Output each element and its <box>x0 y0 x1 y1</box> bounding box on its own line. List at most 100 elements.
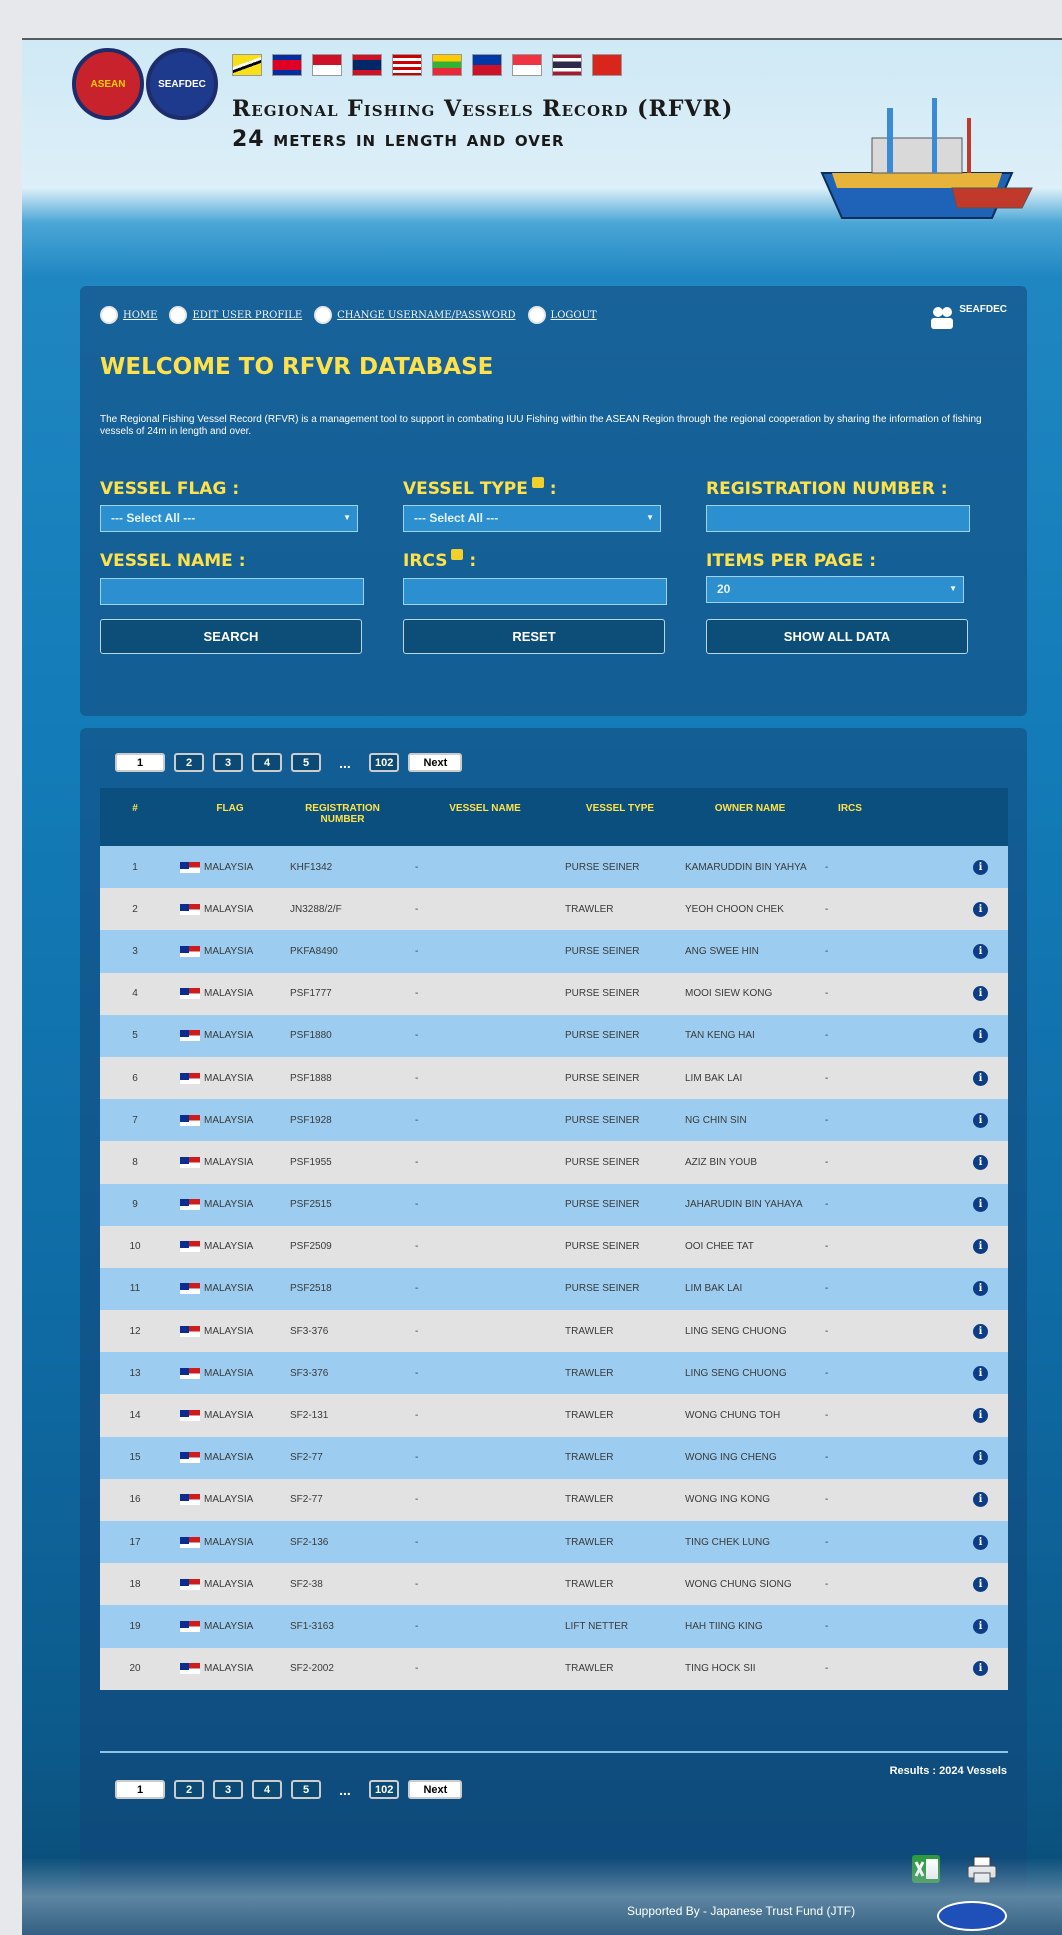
cell-vessel-type: PURSE SEINER <box>565 1114 640 1126</box>
cell-ircs: - <box>825 1578 829 1590</box>
cell-actions: i <box>875 1070 1008 1086</box>
page-5[interactable]: 5 <box>291 1780 321 1799</box>
info-icon[interactable]: i <box>973 1323 988 1339</box>
cell-flag-label: MALAYSIA <box>204 1199 254 1211</box>
cell-ircs: - <box>825 1663 829 1675</box>
cell-actions: i <box>875 1408 1008 1424</box>
info-icon[interactable]: i <box>973 986 988 1002</box>
cell-flag: MALAYSIA <box>170 1283 280 1295</box>
info-icon[interactable]: i <box>973 1197 988 1213</box>
info-icon[interactable]: i <box>973 1365 988 1381</box>
cell-actions: i <box>875 1450 1008 1466</box>
info-icon[interactable]: i <box>973 1154 988 1170</box>
power-icon <box>527 306 546 324</box>
cell-registration: SF2-77 <box>290 1452 323 1464</box>
reset-button[interactable]: RESET <box>403 619 665 654</box>
cell-registration: SF3-376 <box>290 1325 329 1337</box>
show-all-data-button[interactable]: SHOW ALL DATA <box>706 619 968 654</box>
nav-logout[interactable]: LOGOUT <box>527 306 597 324</box>
header-flag: FLAG <box>216 803 244 814</box>
info-icon[interactable]: i <box>973 1492 988 1508</box>
cell-number: 16 <box>129 1494 141 1506</box>
cell-ircs: - <box>825 988 829 1000</box>
vessel-name-input[interactable] <box>100 578 364 605</box>
cell-actions: i <box>875 859 1008 875</box>
page-4[interactable]: 4 <box>252 753 282 772</box>
page-2[interactable]: 2 <box>174 753 204 772</box>
page-last[interactable]: 102 <box>369 1780 400 1799</box>
site-subtitle: 24 meters in length and over <box>232 127 565 152</box>
cell-owner-name: WONG ING CHENG <box>685 1452 777 1464</box>
info-icon[interactable]: i <box>973 1281 988 1297</box>
cell-registration: PSF1888 <box>290 1072 332 1084</box>
search-button[interactable]: SEARCH <box>100 619 362 654</box>
info-icon[interactable]: i <box>973 1450 988 1466</box>
info-icon[interactable]: i <box>973 1112 988 1128</box>
info-icon[interactable]: i <box>973 1534 988 1550</box>
cell-actions: i <box>875 943 1008 959</box>
info-icon[interactable]: i <box>973 1028 988 1044</box>
help-icon[interactable] <box>451 549 464 560</box>
brunei-flag-icon <box>232 54 262 76</box>
cell-ircs: - <box>825 945 829 957</box>
page-4[interactable]: 4 <box>252 1780 282 1799</box>
cell-ircs: - <box>825 903 829 915</box>
top-border <box>22 38 1062 40</box>
cell-flag: MALAYSIA <box>170 903 280 915</box>
nav-home[interactable]: HOME <box>100 306 157 324</box>
page-1[interactable]: 1 <box>115 753 165 772</box>
nav-change-password[interactable]: CHANGE USERNAME/PASSWORD <box>314 306 516 324</box>
ircs-input[interactable] <box>403 578 667 605</box>
info-icon[interactable]: i <box>973 943 988 959</box>
cell-owner-name: WONG CHUNG SIONG <box>685 1578 792 1590</box>
cell-registration: PSF1777 <box>290 988 332 1000</box>
info-icon[interactable]: i <box>973 1661 988 1677</box>
nav-edit-profile[interactable]: EDIT USER PROFILE <box>169 306 302 324</box>
cell-vessel-type: TRAWLER <box>565 1410 614 1422</box>
cell-flag: MALAYSIA <box>170 1072 280 1084</box>
vessel-type-label: VESSEL TYPE : <box>403 477 557 499</box>
nav-change-password-label: CHANGE USERNAME/PASSWORD <box>337 309 516 321</box>
page-2[interactable]: 2 <box>174 1780 204 1799</box>
info-icon[interactable]: i <box>973 1239 988 1255</box>
cell-actions: i <box>875 1028 1008 1044</box>
cell-flag-label: MALAYSIA <box>204 1325 254 1337</box>
info-icon[interactable]: i <box>973 1576 988 1592</box>
next-page-button[interactable]: Next <box>408 753 463 772</box>
table-row: 17 MALAYSIA SF2-136 - TRAWLER TING CHEK LUNG -… <box>100 1521 1008 1564</box>
help-icon[interactable] <box>531 477 544 488</box>
seafdec-logo: SEAFDEC <box>146 48 218 120</box>
cell-ircs: - <box>825 1367 829 1379</box>
site-title: Regional Fishing Vessels Record (RFVR) <box>232 96 734 122</box>
info-icon[interactable]: i <box>973 901 988 917</box>
singapore-flag-icon <box>512 54 542 76</box>
info-icon[interactable]: i <box>973 1618 988 1634</box>
cell-actions: i <box>875 1618 1008 1634</box>
page-3[interactable]: 3 <box>213 753 243 772</box>
cell-vessel-type: PURSE SEINER <box>565 1072 640 1084</box>
cell-number: 2 <box>132 903 138 915</box>
items-per-page-select[interactable]: 20 <box>706 576 964 603</box>
cell-number: 4 <box>132 988 138 1000</box>
cell-actions: i <box>875 1576 1008 1592</box>
vessel-type-select[interactable]: --- Select All --- <box>403 505 661 532</box>
page-5[interactable]: 5 <box>291 753 321 772</box>
registration-input[interactable] <box>706 505 970 532</box>
vessel-flag-select[interactable]: --- Select All --- <box>100 505 358 532</box>
info-icon[interactable]: i <box>973 859 988 875</box>
page-1[interactable]: 1 <box>115 1780 165 1799</box>
cell-flag-label: MALAYSIA <box>204 1494 254 1506</box>
cell-owner-name: KAMARUDDIN BIN YAHYA <box>685 861 807 873</box>
cell-registration: PSF2518 <box>290 1283 332 1295</box>
laos-flag-icon <box>352 54 382 76</box>
ircs-label: IRCS : <box>403 549 476 571</box>
info-icon[interactable]: i <box>973 1408 988 1424</box>
page-3[interactable]: 3 <box>213 1780 243 1799</box>
next-page-button[interactable]: Next <box>408 1780 463 1799</box>
malaysia-flag-icon <box>180 861 200 873</box>
page-last[interactable]: 102 <box>369 753 400 772</box>
table-row: 5 MALAYSIA PSF1880 - PURSE SEINER TAN KENG HA… <box>100 1014 1008 1057</box>
info-icon[interactable]: i <box>973 1070 988 1086</box>
cell-actions: i <box>875 1365 1008 1381</box>
cell-actions: i <box>875 1534 1008 1550</box>
